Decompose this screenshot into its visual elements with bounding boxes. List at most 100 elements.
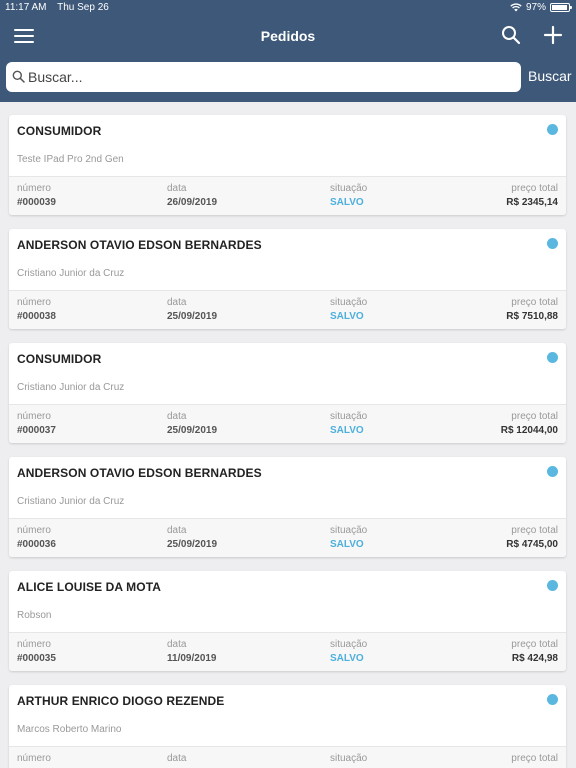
order-number-col: número #000036 xyxy=(17,525,56,550)
search-box[interactable] xyxy=(6,62,521,92)
status-bar: 11:17 AM Thu Sep 26 97% xyxy=(0,0,576,16)
order-number: #000036 xyxy=(17,539,56,550)
status-dot-icon xyxy=(547,694,558,705)
order-vendor: Teste IPad Pro 2nd Gen xyxy=(17,154,124,165)
status-dot-icon xyxy=(547,238,558,249)
order-card[interactable]: ALICE LOUISE DA MOTA Robson número #0000… xyxy=(9,571,566,671)
order-price: R$ 2345,14 xyxy=(506,197,558,208)
battery-icon xyxy=(550,3,572,12)
status-label: situação xyxy=(330,411,368,422)
status-label: situação xyxy=(330,297,368,308)
wifi-icon xyxy=(510,3,522,12)
search-bar: Buscar xyxy=(0,58,576,102)
order-date: 25/09/2019 xyxy=(167,425,218,436)
number-label: número xyxy=(17,183,51,194)
order-client: ARTHUR ENRICO DIOGO REZENDE xyxy=(17,694,225,708)
order-price-col: preço total R$ 7510,88 xyxy=(506,297,558,322)
status-label: situação xyxy=(330,639,368,650)
order-date: 25/09/2019 xyxy=(167,311,218,322)
order-status: SALVO xyxy=(330,539,364,550)
order-details: número #000035 data 11/09/2019 situação … xyxy=(9,632,566,671)
order-number-col: número #000035 xyxy=(17,639,56,664)
status-label: situação xyxy=(330,525,368,536)
search-button[interactable]: Buscar xyxy=(528,68,572,84)
order-price: R$ 12044,00 xyxy=(500,425,558,436)
order-status-col: situação xyxy=(330,753,367,767)
order-number-col: número #000038 xyxy=(17,297,56,322)
price-label: preço total xyxy=(511,297,558,308)
order-date-col: data 25/09/2019 xyxy=(167,525,217,550)
order-status: SALVO xyxy=(330,653,364,664)
magnifier-icon xyxy=(12,70,25,83)
order-date: 11/09/2019 xyxy=(167,653,217,664)
order-vendor: Cristiano Junior da Cruz xyxy=(17,496,125,507)
order-price-col: preço total xyxy=(511,753,558,767)
date-label: data xyxy=(167,297,187,308)
status-dot-icon xyxy=(547,466,558,477)
order-vendor: Cristiano Junior da Cruz xyxy=(17,382,125,393)
order-status: SALVO xyxy=(330,425,364,436)
order-client: CONSUMIDOR xyxy=(17,352,102,366)
status-dot-icon xyxy=(547,124,558,135)
status-label: situação xyxy=(330,753,368,764)
order-number-col: número #000039 xyxy=(17,183,56,208)
order-status-col: situação SALVO xyxy=(330,411,367,436)
order-card[interactable]: ANDERSON OTAVIO EDSON BERNARDES Cristian… xyxy=(9,229,566,329)
battery-percent: 97% xyxy=(525,2,546,13)
order-status: SALVO xyxy=(330,197,364,208)
order-details: número #000038 data 25/09/2019 situação … xyxy=(9,290,566,329)
status-date: Thu Sep 26 xyxy=(57,2,109,13)
search-input[interactable] xyxy=(28,62,508,92)
price-label: preço total xyxy=(511,183,558,194)
order-client: ANDERSON OTAVIO EDSON BERNARDES xyxy=(17,238,262,252)
order-client: ANDERSON OTAVIO EDSON BERNARDES xyxy=(17,466,262,480)
order-card[interactable]: CONSUMIDOR Cristiano Junior da Cruz núme… xyxy=(9,343,566,443)
order-date-col: data 11/09/2019 xyxy=(167,639,217,664)
order-card[interactable]: CONSUMIDOR Teste IPad Pro 2nd Gen número… xyxy=(9,115,566,215)
date-label: data xyxy=(167,753,187,764)
order-card[interactable]: ANDERSON OTAVIO EDSON BERNARDES Cristian… xyxy=(9,457,566,557)
order-client: CONSUMIDOR xyxy=(17,124,102,138)
order-date-col: data 25/09/2019 xyxy=(167,411,217,436)
order-vendor: Marcos Roberto Marino xyxy=(17,724,122,735)
price-label: preço total xyxy=(511,753,558,764)
number-label: número xyxy=(17,411,51,422)
order-date-col: data 26/09/2019 xyxy=(167,183,217,208)
status-label: situação xyxy=(330,183,368,194)
order-price-col: preço total R$ 2345,14 xyxy=(506,183,558,208)
order-details: número #000037 data 25/09/2019 situação … xyxy=(9,404,566,443)
order-vendor: Cristiano Junior da Cruz xyxy=(17,268,125,279)
price-label: preço total xyxy=(511,639,558,650)
order-status-col: situação SALVO xyxy=(330,639,367,664)
order-details: número data situação preço total xyxy=(9,746,566,768)
order-status-col: situação SALVO xyxy=(330,183,367,208)
number-label: número xyxy=(17,525,51,536)
order-price: R$ 424,98 xyxy=(511,653,558,664)
order-price: R$ 4745,00 xyxy=(506,539,558,550)
date-label: data xyxy=(167,183,187,194)
number-label: número xyxy=(17,639,51,650)
plus-icon[interactable] xyxy=(542,24,564,46)
order-vendor: Robson xyxy=(17,610,52,621)
date-label: data xyxy=(167,639,187,650)
order-number-col: número xyxy=(17,753,51,767)
page-title: Pedidos xyxy=(260,28,316,44)
order-client: ALICE LOUISE DA MOTA xyxy=(17,580,161,594)
order-card[interactable]: ARTHUR ENRICO DIOGO REZENDE Marcos Rober… xyxy=(9,685,566,768)
orders-list[interactable]: CONSUMIDOR Teste IPad Pro 2nd Gen número… xyxy=(0,102,576,768)
order-number: #000038 xyxy=(17,311,56,322)
price-label: preço total xyxy=(511,411,558,422)
search-icon[interactable] xyxy=(500,24,522,46)
order-number-col: número #000037 xyxy=(17,411,56,436)
order-details: número #000039 data 26/09/2019 situação … xyxy=(9,176,566,215)
number-label: número xyxy=(17,297,51,308)
order-number: #000039 xyxy=(17,197,56,208)
order-price-col: preço total R$ 4745,00 xyxy=(506,525,558,550)
status-time: 11:17 AM xyxy=(5,2,47,13)
order-date: 26/09/2019 xyxy=(167,197,218,208)
navigation-bar: Pedidos xyxy=(0,16,576,58)
number-label: número xyxy=(17,753,51,764)
order-status-col: situação SALVO xyxy=(330,525,367,550)
order-status-col: situação SALVO xyxy=(330,297,367,322)
order-number: #000037 xyxy=(17,425,56,436)
